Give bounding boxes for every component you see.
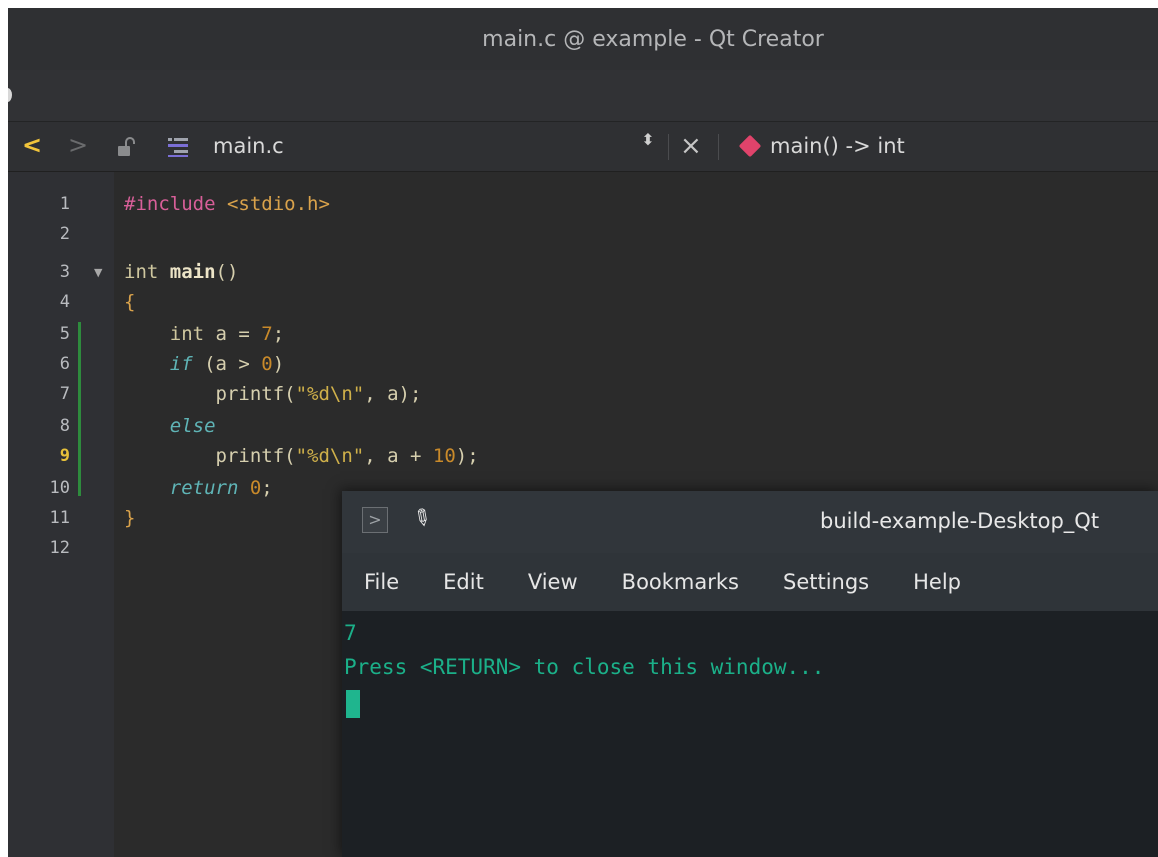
editor-navigation-bar: < > main.c ⬍ × main() -> int — [8, 122, 1158, 172]
back-icon[interactable]: < — [22, 132, 42, 158]
line-number: 11 — [49, 508, 70, 528]
terminal-window[interactable]: > ✎ build-example-Desktop_Qt File Edit V… — [342, 491, 1158, 857]
menu-edit[interactable]: Edit — [443, 568, 484, 596]
modified-lines-marker — [78, 322, 81, 496]
terminal-prompt-icon[interactable]: > — [362, 507, 388, 533]
code-line: int main() — [124, 256, 238, 289]
line-number: 7 — [59, 384, 70, 404]
type-keyword: int — [124, 261, 170, 283]
terminal-titlebar[interactable]: > ✎ build-example-Desktop_Qt — [342, 491, 1158, 553]
terminal-cursor — [346, 690, 360, 718]
include-path: <stdio.h> — [215, 193, 330, 215]
number-literal: 7 — [261, 323, 273, 345]
line-number: 6 — [59, 354, 70, 374]
code-line: { — [124, 286, 135, 319]
terminal-output-line: Press <RETURN> to close this window... — [344, 655, 825, 679]
code-text: , a + — [364, 445, 433, 467]
code-line: } — [124, 502, 135, 535]
code-line: else — [124, 410, 216, 443]
control-keyword: else — [124, 415, 216, 437]
preprocessor-directive: #include — [124, 193, 216, 215]
control-keyword: if — [124, 353, 193, 375]
line-number: 8 — [59, 416, 70, 436]
close-document-icon[interactable]: × — [680, 131, 702, 161]
line-number: 5 — [59, 324, 70, 344]
current-line-number: 9 — [59, 446, 70, 466]
pin-icon[interactable]: ✎ — [406, 502, 437, 536]
string-literal: "%d\n" — [295, 383, 365, 405]
code-text: () — [215, 261, 239, 283]
code-line: int a = 7; — [124, 318, 284, 351]
window-titlebar[interactable]: main.c @ example - Qt Creator — [8, 8, 1158, 70]
terminal-output[interactable]: 7 Press <RETURN> to close this window... — [342, 611, 1158, 857]
toolbar-handle-icon[interactable] — [8, 88, 12, 102]
unlock-icon[interactable] — [116, 136, 136, 158]
line-number: 10 — [49, 478, 70, 498]
code-line: if (a > 0) — [124, 348, 284, 381]
code-text: ) — [272, 353, 285, 375]
forward-icon[interactable]: > — [68, 132, 88, 158]
line-number: 3 — [59, 262, 70, 282]
menu-bookmarks[interactable]: Bookmarks — [622, 568, 739, 596]
menu-help[interactable]: Help — [913, 568, 961, 596]
code-text: a = — [204, 323, 262, 345]
code-text: ); — [455, 445, 479, 467]
string-literal: "%d\n" — [295, 445, 365, 467]
code-line: return 0; — [124, 472, 273, 505]
toolbar-strip — [8, 70, 1158, 122]
code-text: { — [124, 291, 136, 313]
fold-arrow-icon[interactable]: ▼ — [94, 256, 102, 289]
window-title: main.c @ example - Qt Creator — [482, 26, 824, 52]
code-text: (a > — [192, 353, 262, 375]
code-line: printf("%d\n", a); — [124, 378, 422, 411]
qt-creator-window: main.c @ example - Qt Creator < > main.c… — [8, 8, 1158, 857]
code-text: ; — [272, 323, 285, 345]
function-symbol-icon — [738, 134, 762, 158]
code-text: ; — [261, 477, 273, 499]
type-keyword: int — [124, 323, 205, 345]
code-line: #include <stdio.h> — [124, 188, 330, 221]
line-number-gutter[interactable]: 1 2 3 ▼ 4 5 6 7 8 9 10 11 12 — [8, 172, 114, 857]
terminal-output-line: 7 — [344, 621, 357, 645]
code-text: , a); — [364, 383, 422, 405]
separator — [718, 134, 719, 160]
terminal-menubar: File Edit View Bookmarks Settings Help — [342, 553, 1158, 611]
control-keyword: return — [124, 477, 239, 499]
c-file-icon — [168, 138, 188, 157]
code-text: printf( — [124, 383, 296, 405]
line-number: 12 — [49, 538, 70, 558]
function-name: main — [169, 261, 216, 283]
code-line: printf("%d\n", a + 10); — [124, 440, 479, 473]
number-literal: 0 — [249, 477, 262, 499]
number-literal: 0 — [261, 353, 273, 375]
menu-view[interactable]: View — [528, 568, 578, 596]
open-file-name[interactable]: main.c — [213, 133, 284, 159]
terminal-title: build-example-Desktop_Qt — [820, 509, 1100, 533]
code-text: } — [124, 507, 136, 529]
code-text: printf( — [124, 445, 296, 467]
line-number: 4 — [59, 292, 70, 312]
line-number: 1 — [59, 194, 70, 214]
number-literal: 10 — [432, 445, 456, 467]
current-symbol[interactable]: main() -> int — [770, 133, 905, 159]
line-number: 2 — [59, 224, 70, 244]
menu-file[interactable]: File — [364, 568, 399, 596]
file-switch-updown-icon[interactable]: ⬍ — [640, 132, 656, 148]
separator — [668, 134, 669, 160]
menu-settings[interactable]: Settings — [783, 568, 869, 596]
